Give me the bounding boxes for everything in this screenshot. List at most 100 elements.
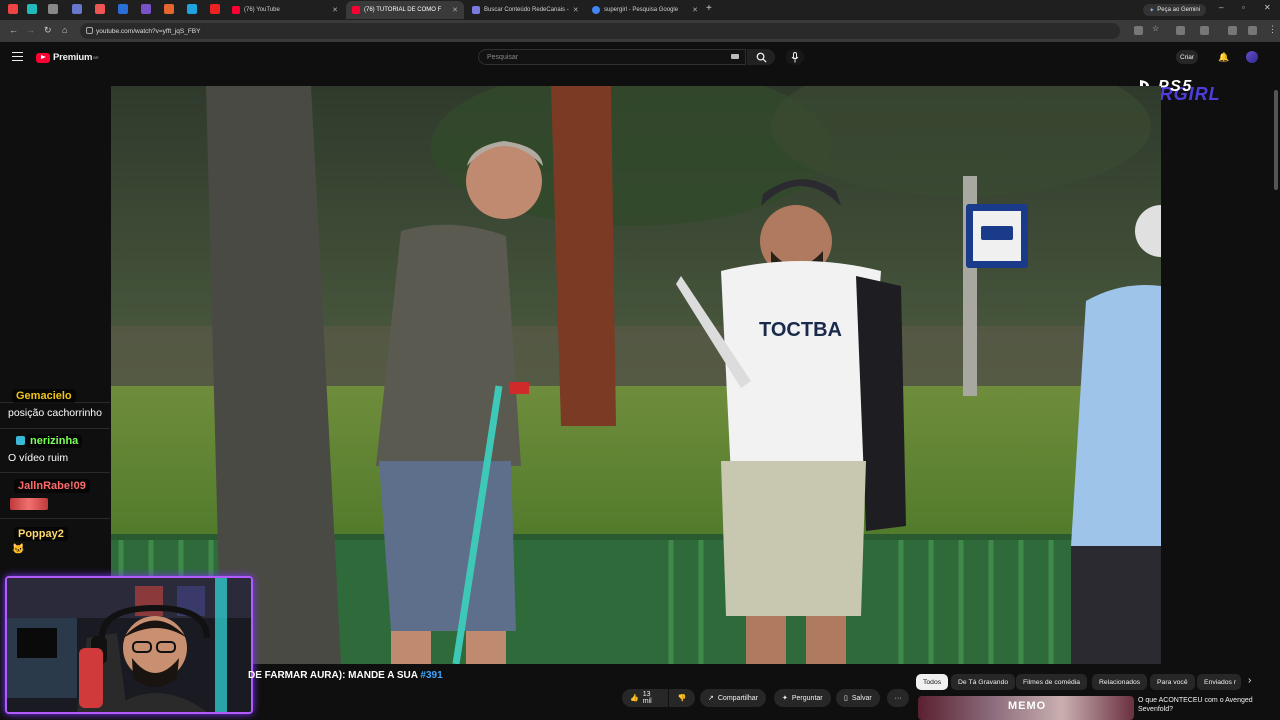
forward-icon[interactable]: → bbox=[26, 25, 35, 35]
search-icon bbox=[756, 52, 767, 63]
thumbnail-text: MEMO bbox=[1008, 700, 1047, 712]
video-frame: TOCTBA bbox=[111, 86, 1161, 664]
chat-username: nerizinha bbox=[26, 434, 83, 448]
account-avatar[interactable] bbox=[1246, 51, 1258, 63]
url-text: youtube.com/watch?v=yfft_jqS_FBY bbox=[96, 27, 201, 35]
chip-label: Relacionados bbox=[1099, 678, 1141, 686]
close-window-icon[interactable]: ✕ bbox=[1264, 3, 1271, 12]
sparkle-icon: ✦ bbox=[782, 695, 788, 702]
ask-label: Perguntar bbox=[791, 694, 823, 702]
pinned-tab-icon[interactable] bbox=[187, 4, 197, 14]
chip[interactable]: De Tá Gravando bbox=[951, 674, 1016, 690]
logo-region: BR bbox=[93, 55, 99, 60]
extension-icon[interactable] bbox=[1176, 26, 1185, 35]
bookmark-star-icon[interactable]: ☆ bbox=[1152, 24, 1161, 33]
chat-username: Poppay2 bbox=[14, 527, 68, 541]
share-icon: ↗ bbox=[708, 695, 714, 702]
video-hashtag-link[interactable]: #391 bbox=[420, 670, 442, 681]
save-button[interactable]: ▯ Salvar bbox=[836, 689, 880, 707]
chip-label: Filmes de comédia bbox=[1023, 678, 1081, 686]
chip-todos[interactable]: Todos bbox=[916, 674, 949, 690]
back-icon[interactable]: ← bbox=[9, 25, 18, 35]
site-favicon-icon bbox=[472, 6, 480, 14]
url-bar[interactable]: youtube.com/watch?v=yfft_jqS_FBY bbox=[80, 23, 1120, 39]
youtube-header: Premium BR Pesquisar STARGIRL Criar 🔔 bbox=[0, 42, 1280, 104]
google-favicon-icon bbox=[592, 6, 600, 14]
chip-label: Todos bbox=[923, 678, 942, 686]
logo-text: Premium bbox=[53, 52, 93, 63]
search-input[interactable]: Pesquisar bbox=[478, 49, 746, 65]
gemini-button[interactable]: ✦ Peça ao Gemini bbox=[1143, 4, 1206, 16]
notifications-bell-icon[interactable]: 🔔 bbox=[1218, 52, 1229, 63]
youtube-premium-logo[interactable]: Premium BR bbox=[36, 52, 99, 63]
pinned-tab-icon[interactable] bbox=[72, 4, 82, 14]
browser-tab[interactable]: (76) YouTube ✕ bbox=[226, 1, 344, 19]
hamburger-menu-icon[interactable] bbox=[12, 52, 23, 61]
chip[interactable]: Filmes de comédia bbox=[1016, 674, 1088, 690]
close-tab-icon[interactable]: ✕ bbox=[573, 6, 579, 14]
browser-address-row: ← → ↻ ⌂ youtube.com/watch?v=yfft_jqS_FBY… bbox=[0, 20, 1280, 42]
pinned-tab-icon[interactable] bbox=[48, 4, 58, 14]
share-label: Compartilhar bbox=[717, 694, 758, 702]
create-button[interactable]: Criar bbox=[1176, 50, 1199, 64]
webcam-frame bbox=[7, 578, 251, 712]
tab-label: supergirl - Pesquisa Google bbox=[604, 7, 679, 13]
pinned-tab-icon[interactable] bbox=[118, 4, 128, 14]
thumbs-up-icon: 👍 bbox=[630, 695, 639, 702]
pinned-tab-icon[interactable] bbox=[141, 4, 151, 14]
like-button[interactable]: 👍 13 mil bbox=[622, 689, 668, 707]
chat-divider bbox=[0, 428, 110, 429]
pinned-tab-icon[interactable] bbox=[210, 4, 220, 14]
chip-label: De Tá Gravando bbox=[958, 678, 1009, 686]
like-count: 13 mil bbox=[642, 691, 652, 705]
recommended-video-thumbnail[interactable]: MEMO bbox=[918, 696, 1134, 720]
tab-label: (76) TUTORIAL DE COMO F bbox=[364, 7, 442, 13]
dislike-button[interactable]: 👎 bbox=[669, 689, 695, 707]
close-tab-icon[interactable]: ✕ bbox=[332, 6, 338, 14]
home-icon[interactable]: ⌂ bbox=[62, 25, 67, 35]
youtube-favicon-icon bbox=[232, 6, 240, 14]
youtube-favicon-icon bbox=[352, 6, 360, 14]
chat-divider bbox=[0, 472, 110, 473]
browser-tab-active[interactable]: (76) TUTORIAL DE COMO F ✕ bbox=[346, 1, 464, 19]
chip[interactable]: Relacionados bbox=[1092, 674, 1148, 690]
pinned-tab-icon[interactable] bbox=[95, 4, 105, 14]
pinned-tab-icon[interactable] bbox=[27, 4, 37, 14]
video-player[interactable]: TOCTBA bbox=[111, 86, 1161, 664]
recommended-video-title[interactable]: O que ACONTECEU com o Avenged Sevenfold? bbox=[1138, 696, 1268, 714]
chat-username: Gemacielo bbox=[12, 389, 76, 403]
extension-icon[interactable] bbox=[1134, 26, 1143, 35]
chip[interactable]: Enviados r bbox=[1197, 674, 1241, 690]
microphone-icon bbox=[791, 51, 799, 62]
share-button[interactable]: ↗ Compartilhar bbox=[700, 689, 766, 707]
chat-badge-icon bbox=[16, 436, 25, 445]
new-tab-button[interactable]: + bbox=[706, 3, 712, 14]
site-info-icon[interactable] bbox=[86, 27, 93, 34]
restore-icon[interactable]: ▫ bbox=[1242, 3, 1245, 12]
browser-tab-strip: (76) YouTube ✕ (76) TUTORIAL DE COMO F ✕… bbox=[0, 0, 1280, 20]
bookmark-icon: ▯ bbox=[844, 695, 848, 702]
ask-button[interactable]: ✦ Perguntar bbox=[774, 689, 831, 707]
gemini-sparkle-icon: ✦ bbox=[1149, 7, 1155, 14]
extension-icon[interactable] bbox=[1200, 26, 1209, 35]
reload-icon[interactable]: ↻ bbox=[44, 25, 52, 36]
browser-menu-icon[interactable]: ⋮ bbox=[1268, 24, 1277, 35]
search-button[interactable] bbox=[747, 49, 775, 65]
pinned-tab-icon[interactable] bbox=[8, 4, 18, 14]
close-tab-icon[interactable]: ✕ bbox=[692, 6, 698, 14]
keyboard-icon[interactable] bbox=[731, 54, 739, 59]
voice-search-button[interactable] bbox=[786, 49, 804, 65]
browser-tab[interactable]: supergirl - Pesquisa Google ✕ bbox=[586, 1, 704, 19]
chips-next-chevron-icon[interactable]: › bbox=[1248, 675, 1251, 686]
page-scrollbar-thumb[interactable] bbox=[1274, 90, 1278, 190]
more-icon: ··· bbox=[894, 694, 902, 702]
more-actions-button[interactable]: ··· bbox=[887, 689, 909, 707]
pinned-tab-icon[interactable] bbox=[164, 4, 174, 14]
browser-tab[interactable]: Buscar Conteúdo RedeCanais - ✕ bbox=[466, 1, 584, 19]
close-tab-icon[interactable]: ✕ bbox=[452, 6, 458, 14]
extension-icon[interactable] bbox=[1248, 26, 1257, 35]
extension-icon[interactable] bbox=[1228, 26, 1237, 35]
minimize-icon[interactable]: – bbox=[1219, 3, 1223, 12]
chip[interactable]: Para você bbox=[1150, 674, 1195, 690]
svg-text:TOCTBA: TOCTBA bbox=[759, 319, 842, 341]
